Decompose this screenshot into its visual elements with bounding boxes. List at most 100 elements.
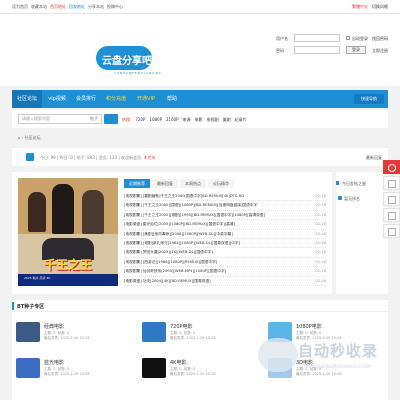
home-address-link[interactable]: 首页地址 [50,4,66,10]
forum-card[interactable]: 720P电影 主题: 0, 帖数: 0 最后发表: 2025-1-29 15:2… [138,320,258,346]
rank-icon [338,196,342,200]
new-member-link[interactable]: 木芒灰 [144,155,156,160]
remember-checkbox[interactable] [346,36,350,40]
list-item[interactable]: [电视剧集] [千王之王2000][港剧][1995][BD-REMUX][国语… [124,211,326,221]
quick-nav-button[interactable]: 快速导航 [354,94,384,104]
hot-link[interactable]: 电视剧 [207,117,219,123]
edit-icon [388,196,396,204]
hot-link[interactable]: 1080P [149,117,162,123]
forum-card[interactable]: 经典电影 主题: 0, 帖数: 0 最后发表: 2025-1-29 15:28 [12,320,132,346]
post-title[interactable]: [电视剧集] [千王之王2000][港剧][1995][BD-REMUX][国语… [124,211,310,219]
post-tabs: 近期推荐 最新回复 本周热点 论坛精华 [124,179,234,188]
watermark-logo-icon [258,338,298,372]
tab-latest-reply[interactable]: 最新回复 [152,179,178,188]
post-date: 02-16 [315,212,326,217]
set-home-link[interactable]: 设为首页 [12,4,28,10]
forum-last-post: 最后发表: 2025-1-29 15:28 [170,372,216,376]
hot-link[interactable]: 来源 [183,117,191,123]
tab-recommended[interactable]: 近期推荐 [124,179,150,188]
forum-name[interactable]: 经典电影 [44,323,64,330]
nav-member-rank[interactable]: 会员排行 [72,90,100,108]
float-feedback-button[interactable] [383,192,400,206]
password-input[interactable] [294,46,340,54]
list-item[interactable]: [电视剧集] 梦回大唐[2025][4K][WEB-DL][国语中字] 02-16 [124,248,326,258]
list-item[interactable]: [电视剧集] 仙剑奇侠传[2005][WEB-MP4][1080P][国语中字]… [124,267,326,277]
remember-label: 自动登录 [352,36,368,41]
forum-name[interactable]: 720P电影 [170,323,193,330]
phone-icon [388,180,396,188]
password-row: 密码 登录 立即注册 [276,46,394,54]
forgot-password-link[interactable]: 找回密码 [372,36,388,42]
list-item[interactable]: [电视剧集] [西游记][1986][1080P][REMUX][国语中字] 02… [124,258,326,268]
float-support-button[interactable] [383,160,400,174]
hd-icon [142,322,166,342]
tab-essence[interactable]: 论坛精华 [208,179,234,188]
post-title[interactable]: [电视剧集] [千王之王2000][国语][1080P][BD-REMUX][百… [124,201,310,209]
username-input[interactable] [294,34,340,42]
header: 云盘分享吧 YUNPANFENXIANGBA 用户名 自动登录 找回密码 密码 … [0,14,400,86]
post-date: 02-16 [315,250,326,255]
breadcrumb[interactable]: ⌂ › 社区论坛 [18,135,41,141]
hot-link[interactable]: 2160P [166,117,179,123]
forum-name[interactable]: 蓝光电影 [44,359,64,366]
submit-center-link[interactable]: 投稿中心 [107,4,123,10]
traditional-chinese-link[interactable]: 繁體中文 [352,4,368,10]
backup-address-link[interactable]: 回发地址 [69,4,85,10]
list-item[interactable]: [电视剧集] [港剧]新扎师兄[1984][1080P][WEB-DL][国粤双… [124,239,326,249]
list-item[interactable]: [电视剧集] [千王之王2000][国语][1080P][BD-REMUX][百… [124,201,326,211]
list-item[interactable]: [电视剧集] [美剧][绝命毒师][2008][1080P][WEB-DL][中… [124,230,326,239]
share-link[interactable]: 分享本站 [88,4,104,10]
post-date: 02-16 [315,222,326,227]
forum-name[interactable]: 4K电影 [170,359,186,366]
list-item[interactable]: [电视剧集] [喜剧幽默]千王之王2000[国语中字]BD-REMUX[4K]D… [124,192,326,202]
switch-style-link[interactable]: 切换风格 [372,4,388,10]
register-link[interactable]: 立即注册 [372,48,388,54]
tab-weekly-hot[interactable]: 本周热点 [180,179,206,188]
forum-card[interactable]: 蓝光电影 主题: 0, 帖数: 0 最后发表: 2025-1-29 15:28 [12,356,132,382]
search-type-select[interactable]: 帖子 [90,116,98,122]
top-bar: 设为首页 收藏本站 首页地址 回发地址 分享本站 投稿中心 繁體中文 切换风格 [0,0,400,14]
post-date: 02-16 [315,269,326,274]
nav-recharge[interactable]: 积分充值 [102,90,130,108]
site-logo[interactable]: 云盘分享吧 YUNPANFENXIANGBA [96,44,161,78]
stats-icon [26,153,34,161]
hot-link[interactable]: 美剧 [223,117,231,123]
float-phone-button[interactable] [383,176,400,190]
post-title[interactable]: [电视剧集] 梦回大唐[2025][4K][WEB-DL][国语中字] [124,248,310,256]
search-bar: 请输入搜索内容 帖子 热搜: 720P 1080P 2160P 来源 电影 电视… [12,110,388,128]
post-title[interactable]: [电视剧集] 仙剑奇侠传[2005][WEB-MP4][1080P][国语中字] [124,267,310,275]
post-title[interactable]: [电视剧集] [西游记][1986][1080P][REMUX][国语中字] [124,258,310,266]
arrow-up-icon [388,228,396,236]
post-title[interactable]: [电视剧集] [港剧]新扎师兄[1984][1080P][WEB-DL][国粤双… [124,239,310,247]
post-title[interactable]: [电视剧集] [喜剧幽默]千王之王2000[国语中字]BD-REMUX[4K]D… [124,192,310,200]
float-wechat-button[interactable] [383,208,400,222]
bookmark-link[interactable]: 收藏本站 [31,4,47,10]
nav-vip-video[interactable]: vip视频 [44,90,70,108]
post-date: 02-16 [315,278,326,283]
nav-open-vip[interactable]: 开通VIP [132,90,160,108]
forum-last-post: 最后发表: 2025-1-29 15:28 [44,372,90,376]
stats-counts: 今日: 99 | 昨日: 0 | 帖子: 883 | 会员: 123 | 欢迎新… [40,155,143,160]
hot-link[interactable]: 纪录片 [235,117,247,123]
list-item[interactable]: [电影原盘] 功夫[2004][4K][BD-REMUX][国粤双语] 02-16 [124,277,326,286]
4k-icon [142,358,166,378]
forum-card[interactable]: 4K电影 主题: 0, 帖数: 0 最后发表: 2025-1-29 15:28 [138,356,258,382]
post-date: 02-16 [315,203,326,208]
password-label: 密码 [276,48,284,53]
post-title[interactable]: [电影原盘] 星光灿烂[2005][1080P][BD-REMUX][国语中字]… [124,220,310,228]
nav-help[interactable]: 帮助 [162,90,182,108]
poster-title: 千王之王 [43,258,92,272]
nav-forum[interactable]: 社区论坛 [12,90,42,108]
hot-link[interactable]: 电影 [195,117,203,123]
post-title[interactable]: [电影原盘] 功夫[2004][4K][BD-REMUX][国粤双语] [124,277,310,285]
featured-poster[interactable]: 千王之王 2025 新片 高清 4K [18,178,118,286]
list-item[interactable]: [电影原盘] 星光灿烂[2005][1080P][BD-REMUX][国语中字]… [124,220,326,230]
hot-link[interactable]: 720P [135,117,145,123]
post-title[interactable]: [电视剧集] [美剧][绝命毒师][2008][1080P][WEB-DL][中… [124,230,310,238]
latest-replies-link[interactable]: 最新回复 [366,155,382,161]
login-button[interactable]: 登录 [346,46,366,54]
float-top-button[interactable] [383,224,400,238]
forum-name[interactable]: 1080P电影 [296,323,322,330]
search-button[interactable] [104,114,118,124]
username-label: 用户名 [276,36,288,41]
